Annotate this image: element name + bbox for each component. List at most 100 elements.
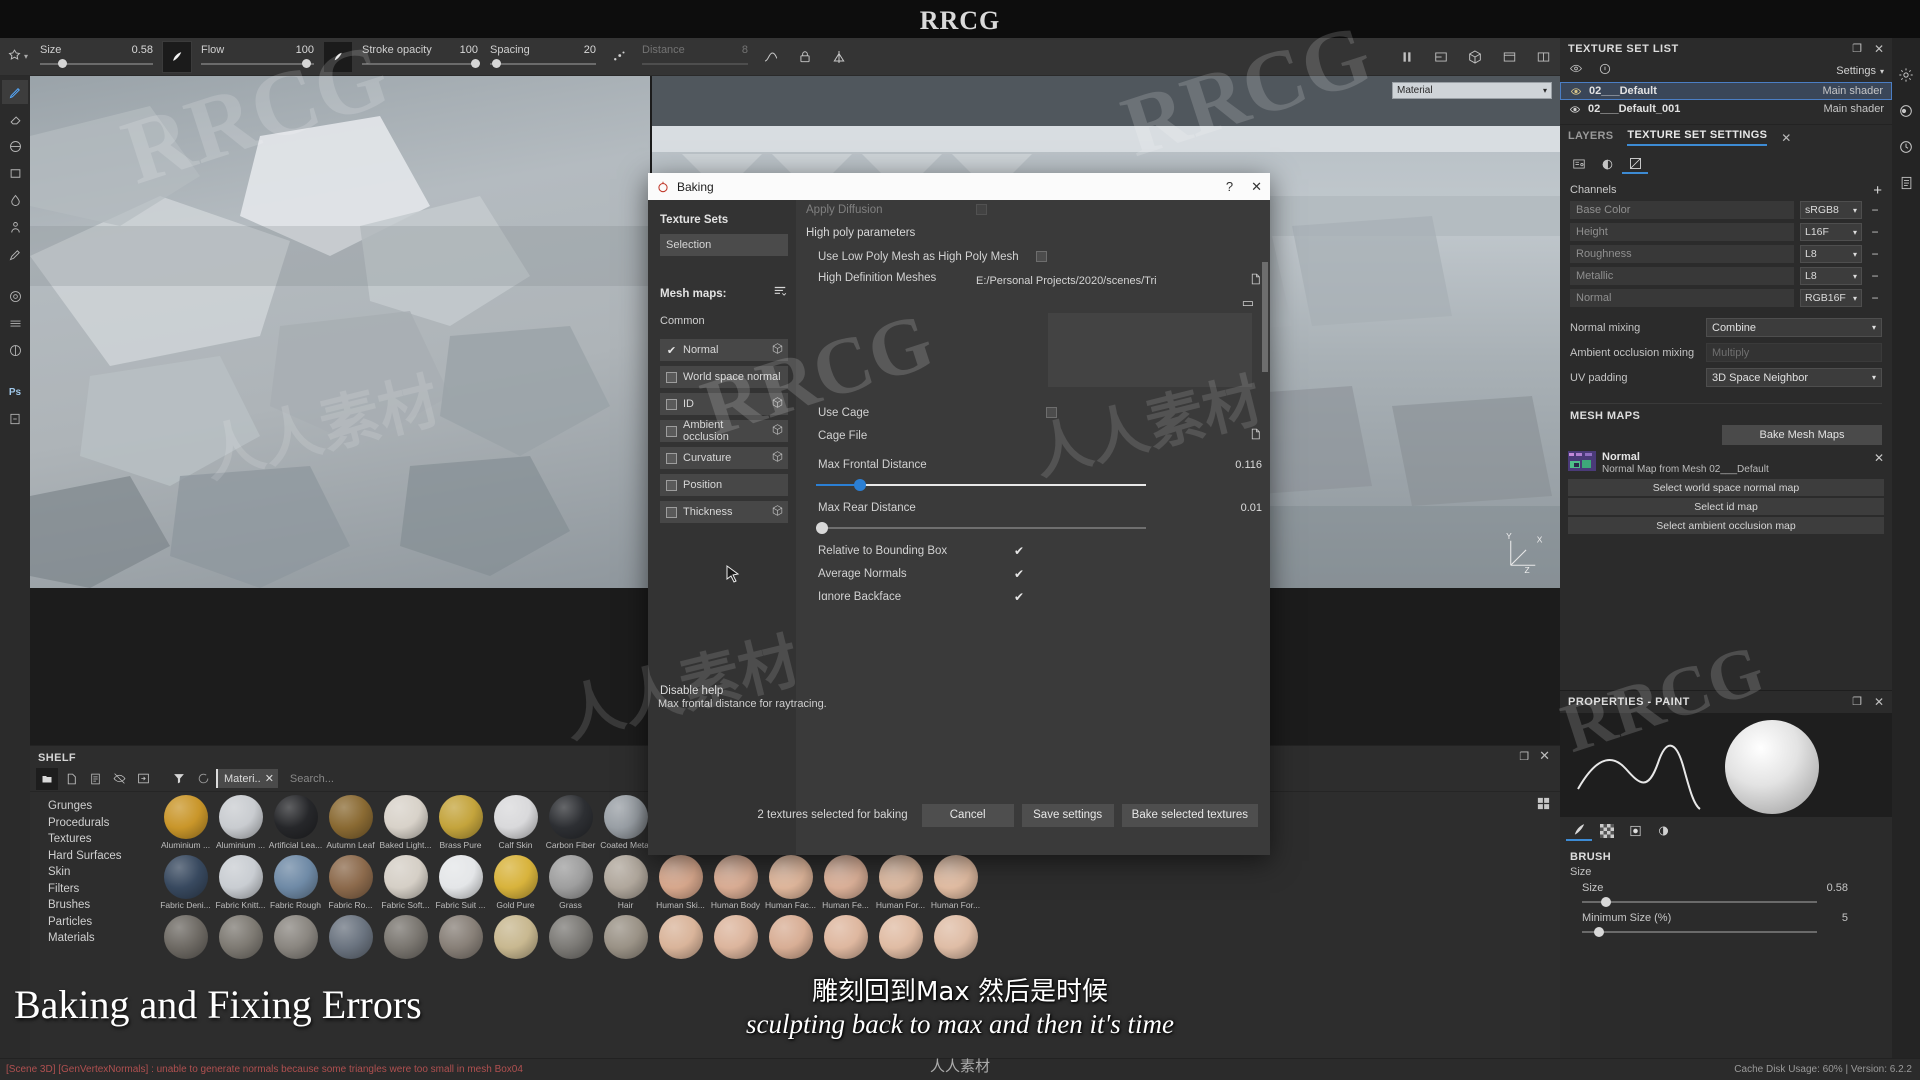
dialog-scrollbar-thumb[interactable] xyxy=(1262,262,1268,372)
material-item[interactable] xyxy=(928,912,983,960)
tsl-maximize-icon[interactable]: ❐ xyxy=(1852,42,1862,56)
disable-help-link[interactable]: Disable help xyxy=(660,685,723,697)
toolbar-flow-slider[interactable] xyxy=(201,59,314,69)
material-item[interactable] xyxy=(213,912,268,960)
pp-maximize-icon[interactable]: ❐ xyxy=(1852,695,1862,709)
material-item[interactable]: Human Fe... xyxy=(818,852,873,910)
mesh-map-settings-cube-icon[interactable] xyxy=(771,423,784,439)
mesh-map-select-button[interactable]: Select world space normal map xyxy=(1568,479,1884,496)
dialog-mesh-map-item[interactable]: Curvature xyxy=(660,447,788,469)
smudge-tool-icon[interactable] xyxy=(2,188,28,212)
material-item[interactable]: Artificial Lea... xyxy=(268,792,323,850)
max-rear-distance-slider[interactable] xyxy=(816,521,1146,535)
material-item[interactable] xyxy=(378,912,433,960)
material-sphere-icon[interactable] xyxy=(2,284,28,308)
texture-set-row-default[interactable]: 02___Default Main shader xyxy=(1560,82,1892,100)
material-item[interactable] xyxy=(488,912,543,960)
material-tab-icon[interactable] xyxy=(1622,821,1648,841)
display-settings-icon[interactable] xyxy=(1895,100,1917,122)
material-item[interactable]: Human For... xyxy=(928,852,983,910)
shelf-category-skin[interactable]: Skin xyxy=(48,864,150,881)
brush-preset-icon[interactable]: ▾ xyxy=(0,38,34,76)
dialog-close-button[interactable]: ✕ xyxy=(1251,179,1262,195)
mesh-map-settings-cube-icon[interactable] xyxy=(771,504,784,520)
high-def-meshes-path-wrap[interactable]: E:/Personal Projects/2020/scenes/Tri xyxy=(976,272,1262,289)
brush-min-size-slider[interactable] xyxy=(1582,926,1817,938)
symmetry-icon[interactable] xyxy=(822,38,856,76)
dialog-mesh-map-item[interactable]: ID xyxy=(660,393,788,415)
toolbar-spacing-group[interactable]: Spacing 20 xyxy=(484,38,602,76)
curve-tool-icon[interactable] xyxy=(754,38,788,76)
material-item[interactable] xyxy=(433,912,488,960)
clone-tool-icon[interactable] xyxy=(2,215,28,239)
viewport-3d[interactable] xyxy=(30,76,650,588)
ignore-backface-checkmark-icon[interactable]: ✔ xyxy=(1014,590,1024,601)
material-item[interactable]: Carbon Fiber xyxy=(543,792,598,850)
material-item[interactable]: Aluminium ... xyxy=(158,792,213,850)
tab-layers[interactable]: LAYERS xyxy=(1568,130,1613,145)
toolbar-size-group[interactable]: Size 0.58 xyxy=(34,38,159,76)
tab-close-icon[interactable]: ✕ xyxy=(1781,131,1791,145)
material-item[interactable] xyxy=(763,912,818,960)
stencil-tab-icon[interactable] xyxy=(1650,821,1676,841)
material-item[interactable]: Grass xyxy=(543,852,598,910)
subtab-mesh-maps-icon[interactable] xyxy=(1622,154,1648,174)
bake-selected-textures-button[interactable]: Bake selected textures xyxy=(1121,803,1258,827)
material-item[interactable]: Brass Pure xyxy=(433,792,488,850)
mask-icon[interactable] xyxy=(2,338,28,362)
eye-icon[interactable] xyxy=(1569,86,1583,97)
material-item[interactable]: Gold Pure xyxy=(488,852,543,910)
dialog-mesh-map-item[interactable]: Position xyxy=(660,474,788,496)
material-item[interactable]: Fabric Deni... xyxy=(158,852,213,910)
remove-channel-icon[interactable]: − xyxy=(1868,247,1882,261)
filter-icon[interactable] xyxy=(168,768,190,790)
dialog-mesh-map-item[interactable]: World space normal xyxy=(660,366,788,388)
checkbox[interactable] xyxy=(666,452,677,464)
shelf-category-materials[interactable]: Materials xyxy=(48,930,150,947)
apply-diffusion-checkbox[interactable] xyxy=(976,204,987,215)
material-item[interactable] xyxy=(873,912,928,960)
mesh-map-select-button[interactable]: Select ambient occlusion map xyxy=(1568,517,1884,534)
mesh-map-select-button[interactable]: Select id map xyxy=(1568,498,1884,515)
hide-icon[interactable] xyxy=(108,768,130,790)
cancel-button[interactable]: Cancel xyxy=(921,803,1014,827)
toolbar-stroke-opacity-slider[interactable] xyxy=(362,59,481,69)
projection-tool-icon[interactable] xyxy=(2,134,28,158)
toolbar-stroke-opacity-group[interactable]: Stroke opacity 100 xyxy=(356,38,484,76)
material-item[interactable]: Fabric Ro... xyxy=(323,852,378,910)
shelf-category-grunges[interactable]: Grunges xyxy=(48,798,150,815)
checkbox[interactable] xyxy=(666,425,677,437)
tsl-close-icon[interactable]: ✕ xyxy=(1874,42,1884,56)
uv-padding-select[interactable]: 3D Space Neighbor ▾ xyxy=(1706,368,1882,387)
relative-bbox-checkmark-icon[interactable]: ✔ xyxy=(1014,544,1024,558)
dialog-mesh-map-item[interactable]: Ambient occlusion xyxy=(660,419,788,443)
material-item[interactable]: Baked Light... xyxy=(378,792,433,850)
material-item[interactable]: Fabric Knitt... xyxy=(213,852,268,910)
normal-mixing-select[interactable]: Combine ▾ xyxy=(1706,318,1882,337)
mesh-map-remove-icon[interactable]: ✕ xyxy=(1874,451,1884,465)
history-clock-icon[interactable] xyxy=(1895,136,1917,158)
2d-view-icon[interactable] xyxy=(1492,38,1526,76)
3d-view-icon[interactable] xyxy=(1458,38,1492,76)
new-file-icon[interactable] xyxy=(60,768,82,790)
remove-channel-icon[interactable]: − xyxy=(1868,269,1882,283)
channel-name[interactable]: Height xyxy=(1570,223,1794,241)
toolbar-size-slider[interactable] xyxy=(40,59,153,69)
material-item[interactable] xyxy=(653,912,708,960)
mesh-map-settings-cube-icon[interactable] xyxy=(771,450,784,466)
shelf-category-hard-surfaces[interactable]: Hard Surfaces xyxy=(48,848,150,865)
material-item[interactable]: Fabric Suit ... xyxy=(433,852,488,910)
shelf-category-filters[interactable]: Filters xyxy=(48,881,150,898)
polygon-fill-icon[interactable] xyxy=(2,161,28,185)
tab-texture-set-settings[interactable]: TEXTURE SET SETTINGS xyxy=(1627,129,1768,146)
material-selector[interactable]: Material ▾ xyxy=(1392,82,1552,99)
checkbox[interactable] xyxy=(666,371,677,383)
remove-channel-icon[interactable]: − xyxy=(1868,225,1882,239)
shelf-category-brushes[interactable]: Brushes xyxy=(48,897,150,914)
eye-check-icon[interactable] xyxy=(1568,62,1584,80)
average-normals-checkmark-icon[interactable]: ✔ xyxy=(1014,567,1024,581)
material-item[interactable] xyxy=(598,912,653,960)
material-item[interactable]: Fabric Soft... xyxy=(378,852,433,910)
channel-format-select[interactable]: L16F ▾ xyxy=(1800,223,1862,241)
subtab-settings-icon[interactable] xyxy=(1566,154,1592,174)
